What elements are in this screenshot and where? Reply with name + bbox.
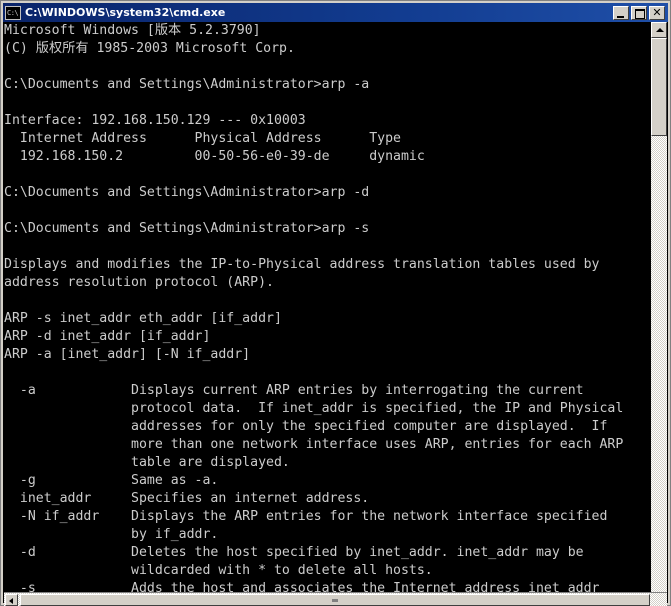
console-icon[interactable]: C:\	[5, 5, 21, 20]
minimize-button[interactable]	[613, 5, 629, 20]
console-line: table are displayed.	[4, 455, 290, 470]
vertical-scrollbar-thumb[interactable]	[651, 38, 667, 136]
cmd-window: C:\ C:\WINDOWS\system32\cmd.exe ✕ Micros…	[0, 0, 671, 606]
title-bar-buttons: ✕	[613, 5, 665, 20]
chevron-up-icon	[656, 28, 664, 32]
minimize-icon	[617, 15, 624, 18]
console-line: Displays and modifies the IP-to-Physical…	[4, 257, 600, 272]
console-line: 192.168.150.2 00-50-56-e0-39-de dynamic	[4, 149, 425, 164]
console-line: inet_addr Specifies an internet address.	[4, 491, 370, 506]
title-bar[interactable]: C:\ C:\WINDOWS\system32\cmd.exe ✕	[3, 3, 668, 22]
window-title: C:\WINDOWS\system32\cmd.exe	[25, 6, 226, 19]
console-line: C:\Documents and Settings\Administrator>…	[4, 221, 370, 236]
restore-icon	[635, 8, 645, 19]
console-line: C:\Documents and Settings\Administrator>…	[4, 185, 370, 200]
horizontal-scrollbar-thumb[interactable]	[20, 594, 650, 606]
console-line: by if_addr.	[4, 527, 219, 542]
console-line: -g Same as -a.	[4, 473, 219, 488]
console-icon-glyph: C:\	[7, 8, 19, 17]
console-line: (C) 版权所有 1985-2003 Microsoft Corp.	[4, 41, 295, 56]
scroll-left-button[interactable]	[5, 594, 18, 606]
maximize-restore-button[interactable]	[631, 5, 647, 20]
console-line: wildcarded with * to delete all hosts.	[4, 563, 433, 578]
horizontal-scrollbar[interactable]	[4, 592, 667, 606]
scrollbar-grip	[332, 599, 338, 602]
chevron-left-icon	[9, 598, 13, 604]
console-line: -N if_addr Displays the ARP entries for …	[4, 509, 608, 524]
console-line: ARP -a [inet_addr] [-N if_addr]	[4, 347, 251, 362]
console-line: -a Displays current ARP entries by inter…	[4, 383, 584, 398]
close-icon: ✕	[652, 5, 662, 19]
close-button[interactable]: ✕	[649, 5, 665, 20]
scroll-up-button[interactable]	[651, 22, 667, 38]
vertical-scrollbar[interactable]	[651, 22, 667, 592]
console-line: C:\Documents and Settings\Administrator>…	[4, 77, 370, 92]
console-text: Microsoft Windows [版本 5.2.3790] (C) 版权所有 …	[4, 22, 623, 592]
console-line: Microsoft Windows [版本 5.2.3790]	[4, 23, 261, 38]
console-line: Internet Address Physical Address Type	[4, 131, 401, 146]
console-line: addresses for only the specified compute…	[4, 419, 608, 434]
console-line: -d Deletes the host specified by inet_ad…	[4, 545, 584, 560]
console-line: Interface: 192.168.150.129 --- 0x10003	[4, 113, 306, 128]
console-line: protocol data. If inet_addr is specified…	[4, 401, 624, 416]
console-output-area[interactable]: Microsoft Windows [版本 5.2.3790] (C) 版权所有 …	[4, 22, 650, 592]
console-line: ARP -s inet_addr eth_addr [if_addr]	[4, 311, 282, 326]
console-line: address resolution protocol (ARP).	[4, 275, 274, 290]
console-line: ARP -d inet_addr [if_addr]	[4, 329, 211, 344]
console-line: -s Adds the host and associates the Inte…	[4, 581, 600, 592]
console-line: more than one network interface uses ARP…	[4, 437, 624, 452]
